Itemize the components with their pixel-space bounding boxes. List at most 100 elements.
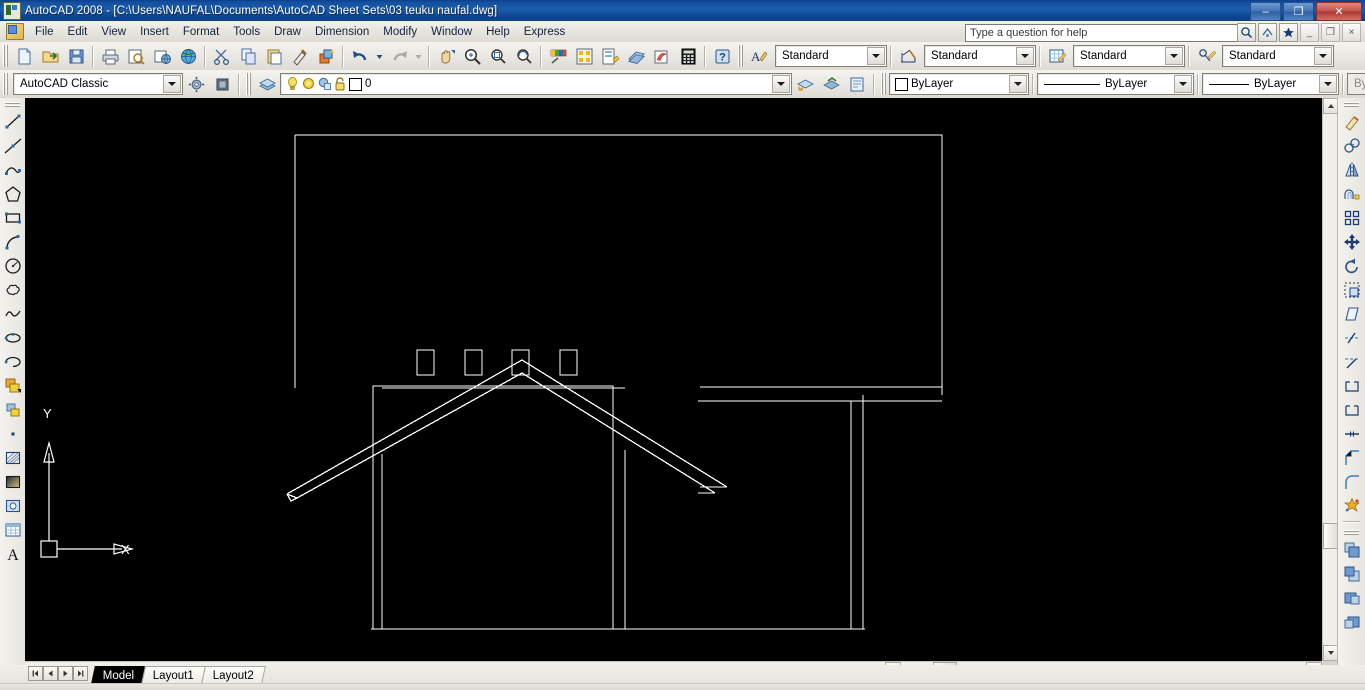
cut-icon[interactable]	[209, 43, 235, 69]
send-under-object-icon[interactable]	[1339, 610, 1364, 634]
previous-tab-button[interactable]	[43, 666, 58, 681]
insert-block-icon[interactable]	[0, 374, 25, 398]
toolbar-grip[interactable]	[1344, 101, 1359, 108]
trim-icon[interactable]	[1339, 326, 1364, 350]
menu-file[interactable]: File	[28, 24, 61, 40]
menu-insert[interactable]: Insert	[133, 24, 176, 40]
explode-icon[interactable]	[1339, 494, 1364, 518]
table-style-dropdown[interactable]: Standard	[1073, 45, 1185, 67]
chevron-down-icon[interactable]	[867, 47, 885, 65]
toolbar-lock-icon[interactable]	[209, 71, 235, 97]
workspace-dropdown[interactable]: AutoCAD Classic	[13, 73, 183, 95]
minimize-button[interactable]: –	[1250, 2, 1281, 21]
paste-icon[interactable]	[261, 43, 287, 69]
help-icon[interactable]: ?	[709, 43, 735, 69]
menu-draw[interactable]: Draw	[267, 24, 308, 40]
menu-format[interactable]: Format	[176, 24, 226, 40]
line-icon[interactable]	[0, 110, 25, 134]
multileader-style-dropdown[interactable]: Standard	[1222, 45, 1334, 67]
fillet-icon[interactable]	[1339, 470, 1364, 494]
send-to-back-icon[interactable]	[1339, 562, 1364, 586]
toolbar-grip[interactable]	[245, 73, 252, 95]
toolbar-grip[interactable]	[2, 73, 9, 95]
copy-icon[interactable]	[235, 43, 261, 69]
quickcalc-icon[interactable]	[675, 43, 701, 69]
drawing-canvas[interactable]: Y X	[25, 98, 1322, 661]
first-tab-button[interactable]	[28, 666, 43, 681]
dimension-style-dropdown[interactable]: Standard	[924, 45, 1036, 67]
rectangle-icon[interactable]	[0, 206, 25, 230]
linetype-control-dropdown[interactable]: ByLayer	[1037, 73, 1194, 95]
maximize-restore-button[interactable]: ❐	[1283, 2, 1314, 21]
chamfer-icon[interactable]	[1339, 446, 1364, 470]
erase-icon[interactable]	[1339, 110, 1364, 134]
offset-icon[interactable]	[1339, 182, 1364, 206]
toolbar-grip[interactable]	[737, 45, 744, 67]
break-icon[interactable]	[1339, 398, 1364, 422]
redo-icon[interactable]	[386, 43, 412, 69]
chevron-down-icon[interactable]	[1016, 47, 1034, 65]
table-style-icon[interactable]	[1044, 43, 1070, 69]
lineweight-control-dropdown[interactable]: ByLayer	[1202, 73, 1339, 95]
mirror-icon[interactable]	[1339, 158, 1364, 182]
make-object-layer-current-icon[interactable]	[818, 71, 844, 97]
properties-icon[interactable]	[545, 43, 571, 69]
revision-cloud-icon[interactable]	[0, 278, 25, 302]
chevron-down-icon[interactable]	[1314, 47, 1332, 65]
toolbar-grip[interactable]	[880, 73, 887, 95]
document-restore-button[interactable]: ❐	[1321, 23, 1340, 42]
tab-layout2[interactable]: Layout2	[201, 666, 267, 684]
ellipse-icon[interactable]	[0, 326, 25, 350]
polygon-icon[interactable]	[0, 182, 25, 206]
bring-above-object-icon[interactable]	[1339, 586, 1364, 610]
new-icon[interactable]	[11, 43, 37, 69]
layer-states-icon[interactable]	[844, 71, 870, 97]
undo-icon[interactable]	[347, 43, 373, 69]
copy-object-icon[interactable]	[1339, 134, 1364, 158]
ellipse-arc-icon[interactable]	[0, 350, 25, 374]
toolbar-grip[interactable]	[2, 45, 9, 67]
design-center-icon[interactable]	[571, 43, 597, 69]
layer-previous-icon[interactable]	[792, 71, 818, 97]
toolbar-grip[interactable]	[1344, 529, 1359, 536]
search-icon[interactable]	[1237, 23, 1256, 42]
chevron-down-icon[interactable]	[1319, 75, 1337, 93]
tab-layout1[interactable]: Layout1	[141, 666, 207, 684]
region-icon[interactable]	[0, 494, 25, 518]
point-icon[interactable]	[0, 422, 25, 446]
menu-tools[interactable]: Tools	[226, 24, 267, 40]
plot-preview-icon[interactable]	[123, 43, 149, 69]
menu-window[interactable]: Window	[424, 24, 479, 40]
help-search-box[interactable]: Type a question for help	[965, 24, 1245, 42]
color-control-dropdown[interactable]: ByLayer	[889, 73, 1029, 95]
workspace-settings-icon[interactable]	[183, 71, 209, 97]
save-icon[interactable]	[63, 43, 89, 69]
layer-control-dropdown[interactable]: 0	[280, 73, 792, 95]
text-style-dropdown[interactable]: Standard	[775, 45, 887, 67]
redo-dropdown-arrow-icon[interactable]	[412, 43, 425, 69]
text-style-icon[interactable]: A	[746, 43, 772, 69]
zoom-previous-icon[interactable]	[511, 43, 537, 69]
dimension-style-icon[interactable]	[895, 43, 921, 69]
multileader-style-icon[interactable]	[1193, 43, 1219, 69]
rotate-icon[interactable]	[1339, 254, 1364, 278]
table-icon[interactable]	[0, 518, 25, 542]
chevron-down-icon[interactable]	[163, 75, 181, 93]
open-icon[interactable]	[37, 43, 63, 69]
next-tab-button[interactable]	[58, 666, 73, 681]
publish-icon[interactable]	[149, 43, 175, 69]
pan-icon[interactable]	[433, 43, 459, 69]
plot-icon[interactable]	[97, 43, 123, 69]
menu-modify[interactable]: Modify	[376, 24, 424, 40]
join-icon[interactable]	[1339, 422, 1364, 446]
menu-dimension[interactable]: Dimension	[308, 24, 376, 40]
tab-model[interactable]: Model	[91, 666, 147, 684]
menu-edit[interactable]: Edit	[61, 24, 95, 40]
bring-to-front-icon[interactable]	[1339, 538, 1364, 562]
undo-dropdown-arrow-icon[interactable]	[373, 43, 386, 69]
tool-palettes-icon[interactable]	[597, 43, 623, 69]
3dprint-icon[interactable]	[175, 43, 201, 69]
menu-help[interactable]: Help	[479, 24, 517, 40]
document-minimize-button[interactable]: _	[1300, 23, 1319, 42]
array-icon[interactable]	[1339, 206, 1364, 230]
